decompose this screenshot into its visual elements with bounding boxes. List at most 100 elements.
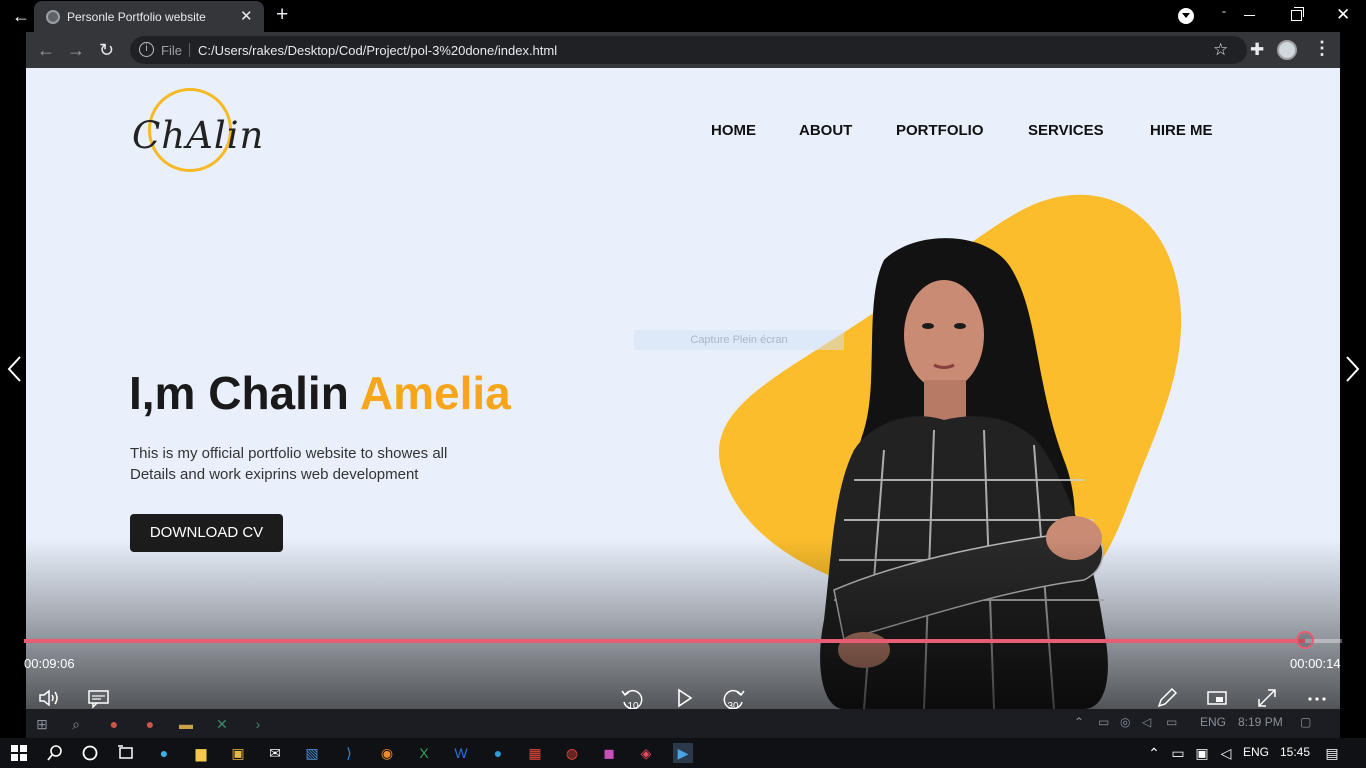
folder-icon: ▬	[179, 716, 193, 732]
seek-bar-thumb[interactable]	[1296, 631, 1315, 649]
reload-icon[interactable]: ↻	[99, 40, 114, 60]
fullscreen-icon[interactable]	[1255, 686, 1279, 710]
intro-line-1: This is my official portfolio website to…	[130, 445, 448, 462]
chrome-alt-icon: ●	[145, 716, 155, 732]
nav-about[interactable]: ABOUT	[799, 122, 852, 139]
cortana-icon[interactable]	[80, 743, 100, 763]
browser-tab[interactable]: Personle Portfolio website ✕	[34, 1, 264, 32]
keyboard-icon: ▭	[1166, 715, 1178, 729]
tab-title: Personle Portfolio website	[67, 10, 206, 24]
notification-icon: ▢	[1300, 715, 1312, 729]
url-text[interactable]: C:/Users/rakes/Desktop/Cod/Project/pol-3…	[198, 43, 557, 58]
task-view-icon[interactable]	[116, 743, 136, 763]
chrome-icon[interactable]: ◍	[562, 743, 582, 763]
next-arrow-icon[interactable]	[1342, 355, 1362, 383]
volume-icon[interactable]	[37, 686, 61, 710]
edge-icon[interactable]: ●	[154, 743, 174, 763]
separator	[189, 43, 190, 57]
minimize-icon[interactable]	[1244, 15, 1255, 16]
previous-arrow-icon[interactable]	[5, 355, 25, 383]
volume-icon[interactable]: ◁	[1216, 743, 1236, 763]
subtitles-icon[interactable]	[87, 686, 111, 710]
language-indicator[interactable]: ENG	[1243, 745, 1269, 759]
chrome-icon: ●	[109, 716, 119, 732]
blender-icon[interactable]: ◉	[377, 743, 397, 763]
battery-icon[interactable]: ▭	[1168, 743, 1188, 763]
file-explorer-icon[interactable]: ▆	[191, 743, 211, 763]
windows-logo-icon: ⊞	[36, 716, 48, 732]
info-icon[interactable]: i	[139, 42, 154, 57]
search-icon: ⌕	[72, 716, 80, 732]
skype-icon[interactable]: ●	[488, 743, 508, 763]
video-system-tray: ⌃ ▭ ◎ ◁ ▭ ENG 8:19 PM ▢	[1074, 715, 1334, 733]
video-app-icon[interactable]: ◈	[636, 743, 656, 763]
seek-bar-fill	[24, 639, 1306, 643]
hero-headline: I,m Chalin Amelia	[129, 366, 511, 420]
word-icon[interactable]: W	[451, 743, 471, 763]
edit-pencil-icon[interactable]	[1155, 686, 1179, 710]
windows-start-icon[interactable]	[9, 743, 29, 763]
globe-tray-icon: ◎	[1120, 715, 1131, 729]
vscode-icon[interactable]: ⟩	[339, 743, 359, 763]
globe-icon	[46, 10, 60, 24]
headline-accent: Amelia	[359, 367, 511, 419]
player-top-bar: ← Personle Portfolio website ✕ + - ✕	[0, 0, 1366, 32]
back-arrow-icon[interactable]: ←	[12, 6, 30, 26]
headline-name: I,m Chalin	[129, 367, 360, 419]
close-window-icon[interactable]: ✕	[1336, 5, 1350, 25]
speaker-icon: ◁	[1142, 715, 1152, 729]
mini-player-icon[interactable]	[1205, 686, 1229, 710]
video-taskbar: ⊞ ⌕ ● ● ▬ ✕ › ⌃ ▭ ◎ ◁ ▭ ENG 8:19 PM ▢	[26, 709, 1340, 738]
clock[interactable]: 15:45	[1280, 745, 1310, 759]
hero-intro: This is my official portfolio website to…	[130, 443, 490, 485]
kebab-menu-icon[interactable]: ⋮	[1313, 38, 1331, 59]
nav-back-icon[interactable]: ←	[37, 40, 55, 60]
app-icon[interactable]: ▧	[302, 743, 322, 763]
restore-icon[interactable]	[1291, 7, 1304, 21]
nav-services[interactable]: SERVICES	[1028, 122, 1104, 139]
store-icon[interactable]: ▣	[228, 743, 248, 763]
search-icon[interactable]	[45, 743, 65, 763]
network-icon[interactable]: ▣	[1192, 743, 1212, 763]
nav-hire-me[interactable]: HIRE ME	[1150, 122, 1213, 139]
windows-taskbar: ● ▆ ▣ ✉ ▧ ⟩ ◉ X W ● ▦ ◍ ◼ ◈ ▶ ⌃ ▭ ▣ ◁ EN…	[0, 738, 1366, 768]
intro-line-2: Details and work exiprins web developmen…	[130, 466, 419, 483]
excel-icon[interactable]: X	[414, 743, 434, 763]
seek-bar[interactable]	[24, 631, 1342, 649]
close-tab-icon[interactable]: ✕	[240, 7, 253, 25]
browser-toolbar: ← → ↻ i File C:/Users/rakes/Desktop/Cod/…	[26, 32, 1340, 68]
photo-app-icon[interactable]: ◼	[599, 743, 619, 763]
file-label: File	[161, 43, 182, 58]
nav-forward-icon[interactable]: →	[67, 40, 85, 60]
logo[interactable]: ChAlin	[130, 86, 280, 176]
chevron-down-circle-icon[interactable]	[1178, 8, 1194, 24]
nav-home[interactable]: HOME	[711, 122, 756, 139]
capture-tooltip: Capture Plein écran	[634, 330, 844, 350]
logo-text: ChAlin	[132, 114, 265, 157]
excel-icon: ✕	[216, 716, 228, 732]
player-gradient-overlay	[26, 538, 1340, 709]
mail-icon[interactable]: ✉	[265, 743, 285, 763]
inner-lang: ENG	[1200, 715, 1227, 729]
address-bar[interactable]: i File C:/Users/rakes/Desktop/Cod/Projec…	[130, 36, 1247, 64]
tray-chevron-icon[interactable]: ⌃	[1144, 743, 1164, 763]
elapsed-time: 00:09:06	[24, 656, 75, 671]
tray-up-icon: ⌃	[1074, 715, 1085, 729]
new-tab-button[interactable]: +	[276, 4, 288, 26]
screen: ← Personle Portfolio website ✕ + - ✕ ← →…	[0, 0, 1366, 768]
movies-tv-icon[interactable]: ▶	[673, 743, 693, 763]
battery-icon: ▭	[1098, 715, 1110, 729]
colorful-app-icon[interactable]: ▦	[525, 743, 545, 763]
terminal-icon: ›	[255, 716, 261, 732]
portfolio-page: ChAlin HOME ABOUT PORTFOLIO SERVICES HIR…	[26, 68, 1340, 709]
nav-portfolio[interactable]: PORTFOLIO	[896, 122, 984, 139]
window-dash: -	[1222, 4, 1226, 18]
profile-avatar[interactable]	[1277, 40, 1297, 60]
extensions-puzzle-icon[interactable]: ✚	[1250, 40, 1264, 60]
remaining-time: 00:00:14	[1290, 656, 1341, 671]
more-options-icon[interactable]	[1305, 686, 1329, 710]
bookmark-star-icon[interactable]: ☆	[1213, 40, 1228, 60]
inner-time: 8:19 PM	[1238, 715, 1283, 729]
play-icon[interactable]	[673, 686, 695, 710]
notifications-icon[interactable]: ▤	[1322, 743, 1342, 763]
